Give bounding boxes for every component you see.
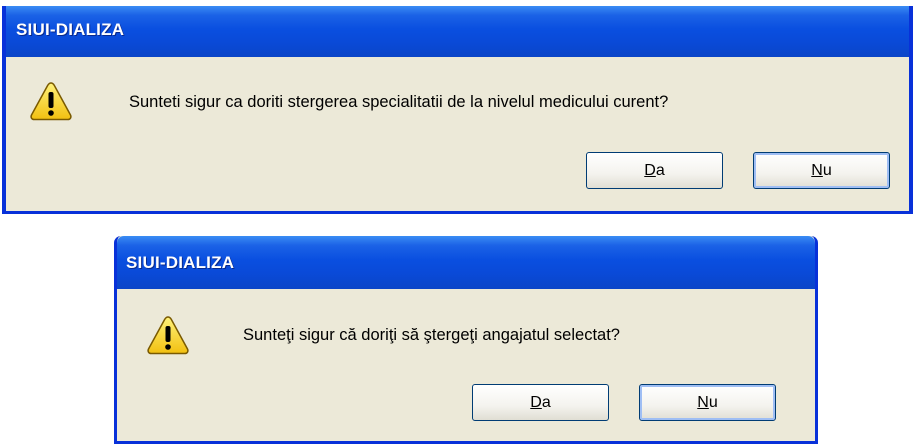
- warning-icon: [30, 82, 72, 121]
- no-button[interactable]: Nu: [639, 384, 776, 421]
- dialog-message: Sunteti sigur ca doriti stergerea specia…: [129, 93, 669, 111]
- no-label-rest: u: [708, 393, 718, 411]
- dialog-message: Sunteţi sigur că doriţi să ştergeţi anga…: [243, 326, 620, 344]
- no-mnemonic: N: [697, 393, 709, 411]
- no-button[interactable]: Nu: [753, 152, 890, 189]
- title-bar[interactable]: SIUI-DIALIZA: [117, 236, 815, 289]
- warning-icon: [147, 316, 189, 355]
- yes-label-rest: a: [655, 161, 665, 179]
- yes-mnemonic: D: [530, 393, 542, 411]
- yes-mnemonic: D: [644, 161, 656, 179]
- yes-label-rest: a: [541, 393, 551, 411]
- no-label-rest: u: [822, 161, 832, 179]
- title-bar[interactable]: SIUI-DIALIZA: [6, 6, 909, 57]
- confirm-dialog-angajat: SIUI-DIALIZA Sunteţi sigur că doriţi să …: [114, 236, 818, 444]
- window-title: SIUI-DIALIZA: [126, 253, 235, 272]
- confirm-dialog-specialitate: SIUI-DIALIZA Sunteti sigur ca doriti ste…: [2, 6, 913, 214]
- yes-button[interactable]: Da: [586, 152, 723, 189]
- window-title: SIUI-DIALIZA: [16, 20, 125, 39]
- no-mnemonic: N: [811, 161, 823, 179]
- yes-button[interactable]: Da: [472, 384, 609, 421]
